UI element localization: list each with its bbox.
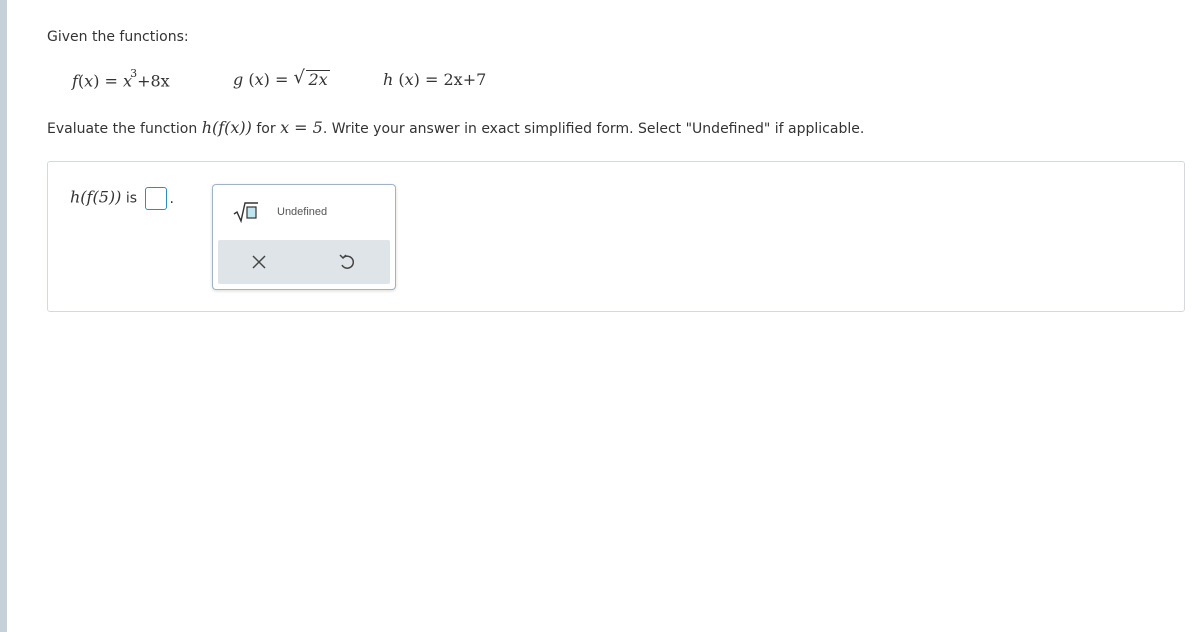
- x-icon[interactable]: [250, 253, 268, 271]
- question-prefix: Evaluate the function: [47, 121, 198, 137]
- function-g: g (x) = √ 2x: [233, 67, 330, 89]
- function-g-var: x: [254, 70, 264, 89]
- function-h-var: x: [404, 70, 414, 89]
- math-palette: Undefined: [212, 184, 396, 290]
- function-f-name: f: [72, 71, 78, 91]
- function-g-name: g: [233, 70, 244, 89]
- answer-line: h(f(5)) is .: [70, 187, 174, 210]
- answer-expression: h(f(5)): [70, 187, 122, 207]
- undo-icon[interactable]: [337, 252, 357, 272]
- function-g-sqrt: √ 2x: [293, 67, 330, 89]
- function-h-name: h: [383, 70, 394, 89]
- question-condition: x = 5: [280, 118, 323, 137]
- left-rail: [0, 0, 7, 632]
- undefined-button[interactable]: Undefined: [277, 206, 327, 218]
- function-f-rest: +8x: [137, 71, 170, 91]
- function-g-radicand: 2x: [306, 70, 330, 89]
- question-composition: h(f(x)): [201, 118, 252, 137]
- sqrt-template-icon[interactable]: [232, 199, 260, 225]
- function-f-var: x: [84, 71, 94, 91]
- radical-icon: √: [293, 67, 305, 88]
- function-h: h (x) = 2x+7: [383, 70, 487, 89]
- function-f-exponent: 3: [130, 67, 138, 80]
- function-h-rhs: 2x+7: [443, 70, 487, 89]
- question-text: Evaluate the function h(f(x)) for x = 5.…: [47, 118, 864, 137]
- answer-is-label: is: [125, 190, 138, 207]
- answer-input[interactable]: [145, 187, 168, 210]
- question-mid: for: [256, 121, 276, 137]
- intro-text: Given the functions:: [47, 29, 189, 45]
- question-suffix: . Write your answer in exact simplified …: [322, 121, 865, 137]
- answer-period: .: [169, 190, 174, 207]
- palette-actions: [218, 240, 390, 284]
- function-f: f(x) = x3+8x: [72, 67, 170, 91]
